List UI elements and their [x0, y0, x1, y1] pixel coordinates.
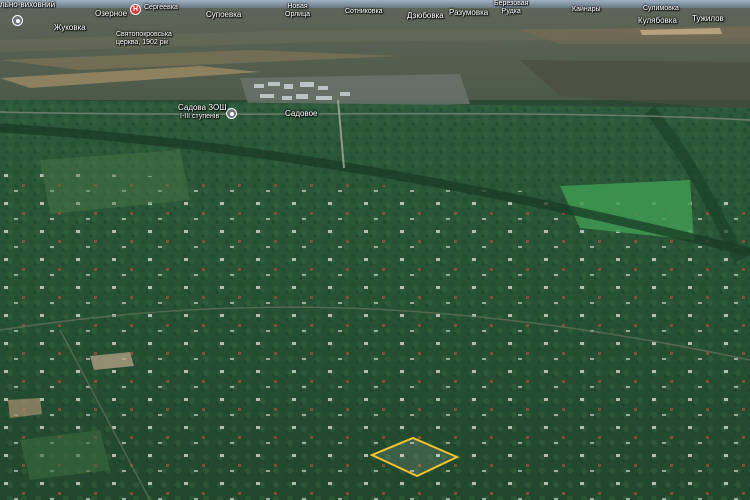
poi-label-church: Святопокровська церква, 1902 рік: [116, 31, 172, 46]
location-pin-icon[interactable]: [226, 108, 237, 119]
poi-label-school: Садова ЗОШ I-III ступенів: [178, 103, 227, 120]
place-label-sadovoe: Садовое: [285, 109, 318, 118]
satellite-imagery[interactable]: [0, 0, 750, 500]
poi-label-line: Садова ЗОШ: [178, 103, 227, 112]
place-label-line: Новая: [287, 3, 308, 10]
place-label: льно-виховний: [0, 0, 56, 9]
place-label-sulimovka: Сулимовка: [643, 5, 679, 12]
place-label-sergeevka: Сергеевка: [144, 4, 178, 11]
place-label-supoevka: Супоевка: [206, 10, 242, 19]
place-label-line: Рудка: [501, 7, 521, 15]
place-label-sotnikovka: Сотниковка: [345, 8, 383, 15]
place-label-kulyabovka: Кулябовка: [638, 16, 677, 25]
poi-label-line: церква, 1902 рік: [116, 38, 169, 46]
place-label-tuzhilov: Тужилов: [692, 14, 724, 23]
location-pin-icon[interactable]: [12, 15, 23, 26]
place-label-razumovka: Разумовка: [449, 8, 489, 17]
place-label-kainary: Кайнары: [572, 6, 601, 13]
place-label-dzhobovka: Дзюбовка: [407, 11, 444, 20]
place-label-zhukovka: Жуковка: [54, 23, 86, 32]
poi-label-line: I-III ступенів: [180, 112, 220, 120]
place-label-berezovaya-rudka: Березовая Рудка: [494, 0, 528, 15]
hospital-pin-icon[interactable]: H: [130, 4, 141, 15]
map-view[interactable]: H льно-виховний Жуковка Озерное Сергеевк…: [0, 0, 750, 500]
poi-label-line: Святопокровська: [116, 31, 172, 38]
place-label-line: Орлица: [285, 10, 310, 18]
place-label-ozernoe: Озерное: [95, 9, 128, 18]
dark-field-right: [520, 60, 750, 110]
place-label-line: Березовая: [494, 0, 529, 7]
place-label-novaya-orlitsa: Новая Орлица: [285, 3, 310, 18]
